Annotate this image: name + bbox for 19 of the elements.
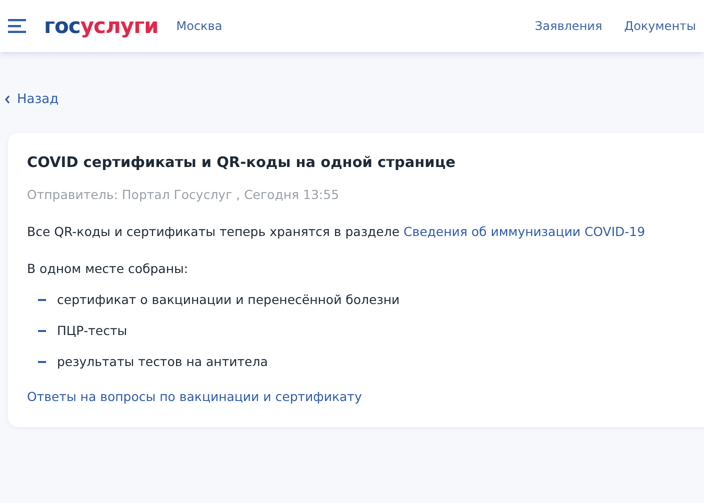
- city-link[interactable]: Москва: [176, 19, 222, 33]
- faq-link[interactable]: Ответы на вопросы по вакцинации и сертификату: [27, 389, 362, 404]
- list-heading: В одном месте собраны:: [27, 261, 190, 276]
- dash-bullet: [38, 298, 46, 300]
- dash-bullet: [38, 330, 46, 332]
- back-link[interactable]: Назад: [4, 92, 59, 107]
- message-title: COVID сертификаты и QR-коды на одной странице: [27, 155, 456, 171]
- immunization-link[interactable]: Сведения об иммунизации COVID-19: [404, 224, 646, 239]
- menu-icon[interactable]: [8, 19, 26, 33]
- nav-link[interactable]: Документы: [624, 19, 696, 33]
- chevron-left-icon: [4, 95, 11, 104]
- list-item: результаты тестов на антитела: [57, 354, 268, 369]
- nav-link[interactable]: Заявления: [534, 19, 602, 33]
- list-item: сертификат о вакцинации и перенесённой болезни: [57, 292, 400, 307]
- dash-bullet: [38, 360, 46, 362]
- logo[interactable]: госуслуги: [44, 16, 158, 36]
- list-item: ПЦР-тесты: [57, 323, 128, 338]
- message-text: Все QR-коды и сертификаты теперь хранятся в разделе Сведения об иммунизации COVID-19: [27, 224, 646, 239]
- message-meta: Отправитель: Портал Госуслуг , Сегодня 13:55: [27, 187, 340, 202]
